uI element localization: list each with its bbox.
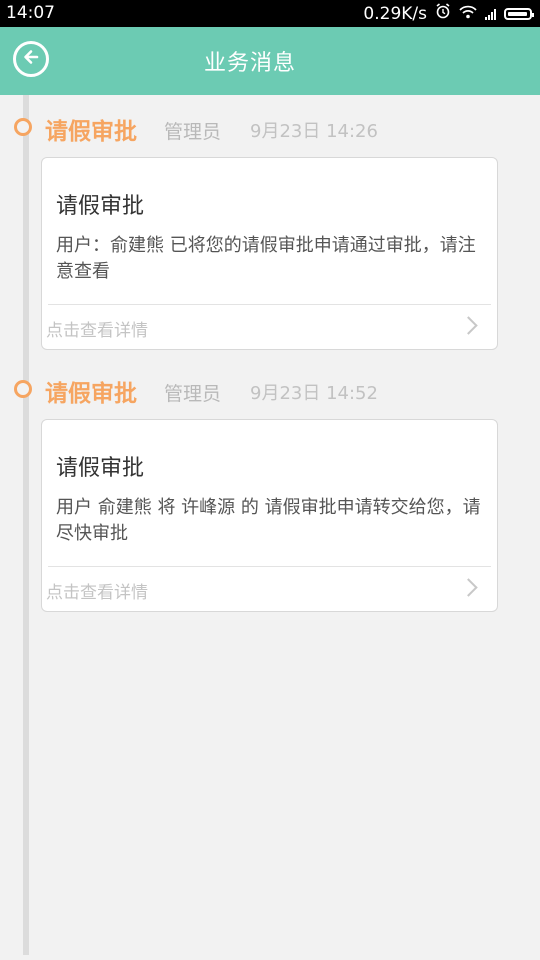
- net-speed: 0.29K/s: [363, 3, 427, 24]
- battery-icon: [504, 7, 534, 20]
- timeline-line: [23, 95, 29, 955]
- entry-time: 9月23日 14:26: [250, 121, 378, 142]
- wifi-icon: [459, 4, 477, 24]
- entry-sender: 管理员: [164, 383, 222, 405]
- timeline-dot-icon: [14, 118, 32, 136]
- card-body: 用户：俞建熊 已将您的请假审批申请通过审批，请注意查看: [56, 235, 476, 282]
- entry-type: 请假审批: [45, 119, 137, 145]
- signal-icon: [485, 8, 496, 20]
- chevron-right-icon: [459, 578, 478, 597]
- message-card: 请假审批 用户 俞建熊 将 许峰源 的 请假审批申请转交给您，请尽快审批 点击查…: [41, 419, 498, 612]
- timeline-dot-icon: [14, 380, 32, 398]
- alarm-icon: [435, 3, 451, 24]
- card-title: 请假审批: [56, 194, 145, 219]
- status-icons: 0.29K/s: [363, 3, 534, 24]
- card-title: 请假审批: [56, 456, 145, 481]
- entry-type: 请假审批: [45, 381, 137, 407]
- entry-time: 9月23日 14:52: [250, 383, 378, 404]
- app-header: 业务消息: [0, 27, 540, 95]
- page-title: 业务消息: [203, 51, 296, 76]
- status-time: 14:07: [6, 3, 55, 23]
- view-details-label: 点击查看详情: [46, 583, 148, 603]
- card-body: 用户 俞建熊 将 许峰源 的 请假审批申请转交给您，请尽快审批: [56, 497, 481, 544]
- message-card: 请假审批 用户：俞建熊 已将您的请假审批申请通过审批，请注意查看 点击查看详情: [41, 157, 498, 350]
- view-details-label: 点击查看详情: [46, 321, 148, 341]
- status-bar: 14:07 0.29K/s: [0, 0, 540, 27]
- view-details-link[interactable]: 点击查看详情: [42, 305, 497, 349]
- chevron-right-icon: [459, 316, 478, 335]
- entry-sender: 管理员: [164, 121, 222, 143]
- view-details-link[interactable]: 点击查看详情: [42, 567, 497, 611]
